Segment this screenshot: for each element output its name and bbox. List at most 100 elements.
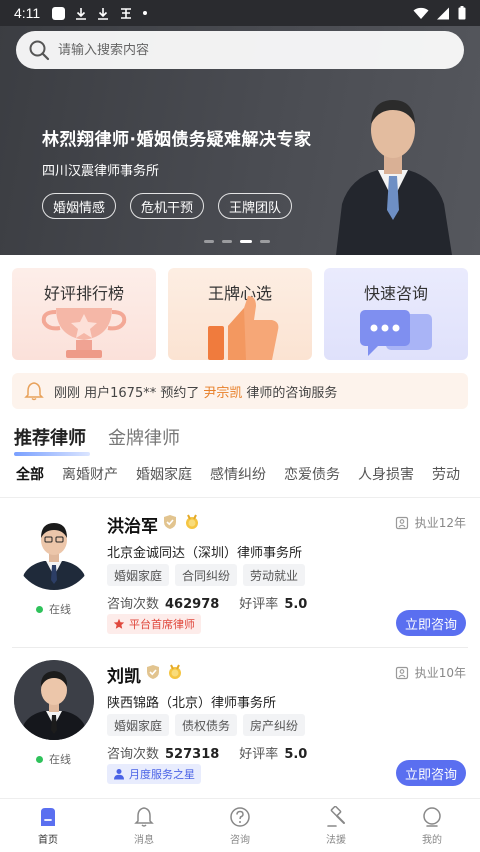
lawyer-name[interactable]: 洪治军 [107, 512, 158, 537]
battery-icon [458, 6, 466, 20]
rating-label: 好评率 [239, 597, 279, 612]
lawyer-card[interactable]: 在线 洪治军 执业12年 北京金诚同达（深圳）律师事务所 婚姻家庭 合同纠纷 劳… [0, 500, 480, 648]
avatar[interactable] [14, 660, 94, 740]
nav-legal-aid[interactable]: 法援 [288, 799, 384, 852]
experience-label: 执业12年 [414, 516, 466, 530]
quick-consult-card[interactable]: 快速咨询 [324, 268, 468, 360]
lawyer-avatar-image [14, 660, 94, 740]
consult-count-stat: 咨询次数 462978 [107, 593, 219, 612]
tab-gold-lawyers[interactable]: 金牌律师 [108, 424, 180, 456]
consult-count-label: 咨询次数 [107, 747, 160, 762]
verified-shield-icon [147, 665, 159, 679]
category-item[interactable]: 恋爱债务 [284, 464, 340, 484]
lawyer-portrait [336, 100, 452, 255]
gavel-icon [327, 806, 345, 827]
category-filter: 全部 离婚财产 婚姻家庭 感情纠纷 恋爱债务 人身损害 劳动 [16, 464, 480, 488]
thumbs-up-icon [208, 296, 279, 360]
divider [0, 497, 480, 498]
hero-tag: 危机干预 [130, 193, 205, 219]
notice-suffix: 律师的咨询服务 [246, 385, 338, 401]
lawyer-card[interactable]: 在线 刘凯 执业10年 陕西锦路（北京）律师事务所 婚姻家庭 债权债务 房产纠纷… [0, 650, 480, 798]
bell-icon [24, 382, 44, 401]
home-icon [41, 808, 55, 826]
specialty-tag: 债权债务 [175, 714, 238, 736]
lawyer-avatar-image [14, 510, 94, 590]
license-icon [395, 516, 408, 529]
carousel-dot[interactable] [204, 240, 214, 243]
status-time: 4:11 [14, 5, 41, 21]
wifi-icon [413, 7, 429, 19]
rating-label: 好评率 [239, 747, 279, 762]
award-badge: 月度服务之星 [107, 764, 201, 784]
nav-messages[interactable]: 消息 [96, 799, 192, 852]
nav-legal-aid-label: 法援 [326, 835, 346, 846]
law-firm: 北京金诚同达（深圳）律师事务所 [107, 546, 303, 561]
hero-tags: 婚姻情感 危机干预 王牌团队 [42, 193, 293, 219]
category-item[interactable]: 婚姻家庭 [136, 464, 192, 484]
carousel-dot[interactable] [260, 240, 270, 243]
section-tabs: 推荐律师 金牌律师 [14, 424, 180, 456]
award-label: 月度服务之星 [129, 768, 195, 781]
feature-cards: 好评排行榜 王牌心选 快速咨询 [12, 268, 468, 360]
award-badge: 平台首席律师 [107, 614, 201, 634]
law-firm: 陕西锦路（北京）律师事务所 [107, 696, 277, 711]
app-badge-icon [121, 7, 132, 19]
notice-lawyer-name[interactable]: 尹宗凯 [203, 382, 242, 401]
specialty-tag: 劳动就业 [243, 564, 306, 586]
rating-value: 5.0 [284, 597, 308, 612]
status-bar: 4:11 [0, 0, 480, 26]
nav-profile[interactable]: 我的 [384, 799, 480, 852]
hero-subtitle: 四川汉震律师事务所 [42, 164, 160, 179]
gold-medal-icon [169, 664, 181, 679]
hero-banner[interactable]: 4:11 林烈翔律师·婚姻债务疑难解决专家 四川汉震律师事务所 婚姻情感 危机干… [0, 0, 480, 255]
consult-count-label: 咨询次数 [107, 597, 160, 612]
category-all[interactable]: 全部 [16, 464, 44, 484]
search-input[interactable] [58, 42, 438, 58]
nav-consult[interactable]: 咨询 [192, 799, 288, 852]
online-dot-icon [36, 755, 43, 763]
bottom-navigation: 首页 消息 咨询 法援 我的 [0, 798, 480, 852]
carousel-dot-active[interactable] [240, 240, 252, 243]
rating-stat: 好评率 5.0 [239, 743, 307, 762]
specialty-tag: 婚姻家庭 [107, 714, 170, 736]
nav-home[interactable]: 首页 [0, 799, 96, 852]
tab-recommended-lawyers[interactable]: 推荐律师 [14, 424, 90, 456]
specialty-tag: 合同纠纷 [175, 564, 238, 586]
nav-profile-label: 我的 [422, 835, 442, 846]
category-item[interactable]: 人身损害 [358, 464, 414, 484]
category-item[interactable]: 感情纠纷 [210, 464, 266, 484]
download-icon [98, 7, 109, 20]
consult-now-button[interactable]: 立即咨询 [396, 760, 466, 786]
question-icon [230, 807, 250, 827]
trophy-icon [41, 308, 127, 358]
category-item[interactable]: 劳动 [432, 464, 460, 484]
lawyer-name[interactable]: 刘凯 [107, 662, 141, 687]
experience: 执业12年 [395, 514, 466, 531]
notice-prefix: 刚刚 用户1675** 预约了 [54, 385, 200, 401]
gold-medal-icon [186, 514, 198, 529]
booking-notice: 刚刚 用户1675** 预约了 尹宗凯 律师的咨询服务 [12, 373, 468, 409]
nav-messages-label: 消息 [134, 835, 154, 846]
carousel-dot[interactable] [222, 240, 232, 243]
category-item[interactable]: 离婚财产 [62, 464, 118, 484]
star-icon [113, 618, 125, 629]
ranking-card[interactable]: 好评排行榜 [12, 268, 156, 360]
consult-now-button[interactable]: 立即咨询 [396, 610, 466, 636]
signal-icon [437, 7, 449, 19]
app-notification-icon [52, 6, 66, 20]
avatar[interactable] [14, 510, 94, 590]
nav-home-label: 首页 [38, 835, 58, 846]
nav-consult-label: 咨询 [230, 835, 250, 846]
rating-stat: 好评率 5.0 [239, 593, 307, 612]
specialty-tags: 婚姻家庭 债权债务 房产纠纷 [107, 714, 306, 736]
hero-tag: 婚姻情感 [42, 193, 117, 219]
online-label: 在线 [49, 753, 71, 766]
carousel-indicator [204, 240, 270, 243]
lawyer-stats: 咨询次数 462978 好评率 5.0 [107, 593, 307, 612]
specialty-tag: 房产纠纷 [243, 714, 306, 736]
verified-shield-icon [164, 515, 176, 529]
status-notification-icons [52, 6, 148, 20]
search-bar[interactable] [16, 31, 464, 69]
specialty-tags: 婚姻家庭 合同纠纷 劳动就业 [107, 564, 306, 586]
ace-selection-card[interactable]: 王牌心选 [168, 268, 312, 360]
